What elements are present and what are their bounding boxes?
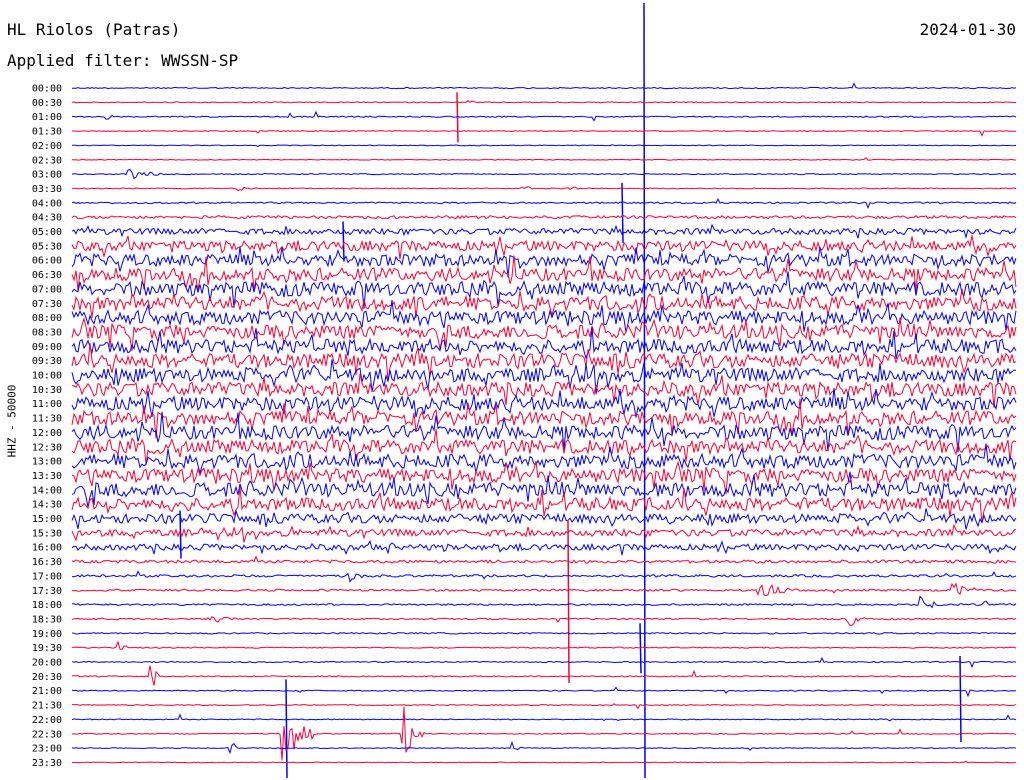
row-label: 18:30 — [32, 614, 62, 625]
trace-row — [71, 186, 1017, 192]
row-label: 14:00 — [32, 485, 62, 496]
row-label: 17:00 — [32, 571, 62, 582]
row-label: 03:00 — [32, 170, 62, 181]
seismic-traces — [71, 2, 1017, 779]
row-label: 20:30 — [32, 672, 62, 683]
row-label: 19:30 — [32, 643, 62, 654]
row-label: 02:00 — [32, 141, 62, 152]
trace-row — [71, 169, 1017, 180]
row-label: 07:30 — [32, 299, 62, 310]
row-label: 13:30 — [32, 471, 62, 482]
row-label: 11:30 — [32, 414, 62, 425]
trace-row — [71, 706, 1017, 761]
row-label: 02:30 — [32, 155, 62, 166]
row-label: 03:30 — [32, 184, 62, 195]
row-label: 09:30 — [32, 356, 62, 367]
trace-row — [71, 539, 1017, 556]
row-label: 05:00 — [32, 227, 62, 238]
row-label: 05:30 — [32, 241, 62, 252]
row-label: 10:00 — [32, 371, 62, 382]
trace-row — [71, 713, 1017, 722]
row-label: 00:00 — [32, 84, 62, 95]
trace-row — [71, 523, 1017, 543]
row-label: 17:30 — [32, 586, 62, 597]
row-label: 01:00 — [32, 112, 62, 123]
trace-row — [72, 703, 1017, 710]
trace-row — [71, 665, 1017, 686]
trace-spike — [285, 679, 288, 779]
trace-row — [71, 760, 1017, 764]
row-label: 18:00 — [32, 600, 62, 611]
row-label: 00:30 — [32, 98, 62, 109]
trace-row — [71, 632, 1017, 635]
row-label: 09:00 — [32, 342, 62, 353]
trace-row — [71, 686, 1017, 698]
trace-row — [71, 555, 1017, 564]
row-label: 04:00 — [32, 198, 62, 209]
trace-row — [71, 223, 1017, 240]
row-label: 16:30 — [32, 557, 62, 568]
row-label: 08:30 — [32, 327, 62, 338]
row-label: 04:30 — [32, 213, 62, 224]
trace-row — [71, 411, 1017, 453]
trace-row — [71, 471, 1017, 508]
row-label: 21:30 — [32, 701, 62, 712]
trace-row — [71, 110, 1017, 122]
row-label: 06:30 — [32, 270, 62, 281]
row-label: 08:00 — [32, 313, 62, 324]
trace-spike — [959, 655, 962, 743]
row-label: 01:30 — [32, 127, 62, 138]
row-label: 19:00 — [32, 629, 62, 640]
trace-row — [71, 214, 1017, 220]
row-label: 10:30 — [32, 385, 62, 396]
row-label: 12:00 — [32, 428, 62, 439]
trace-row — [72, 144, 1017, 148]
trace-row — [72, 82, 1017, 90]
trace-row — [71, 640, 1017, 651]
trace-row — [71, 100, 1017, 104]
trace-row — [71, 157, 1017, 161]
row-label: 15:30 — [32, 528, 62, 539]
row-label: 07:00 — [32, 284, 62, 295]
row-label: 12:30 — [32, 442, 62, 453]
trace-row — [71, 343, 1017, 381]
trace-row — [71, 197, 1017, 210]
row-label: 13:00 — [32, 457, 62, 468]
row-labels: 00:00 00:30 01:00 01:30 02:00 02:30 03:00 03:30… — [32, 84, 62, 769]
row-label: 20:00 — [32, 658, 62, 669]
row-label: 15:00 — [32, 514, 62, 525]
helicorder-plot: 00:00 00:30 01:00 01:30 02:00 02:30 03:00 03:30… — [32, 2, 1017, 779]
trace-spike — [179, 510, 182, 559]
trace-spike — [456, 92, 459, 143]
trace-row — [71, 616, 1017, 627]
trace-row — [71, 740, 1017, 755]
trace-row — [71, 656, 1017, 669]
trace-row — [72, 595, 1017, 609]
row-label: 06:00 — [32, 256, 62, 267]
trace-row — [71, 570, 1017, 583]
row-label: 23:30 — [32, 758, 62, 769]
row-label: 16:00 — [32, 543, 62, 554]
row-label: 22:00 — [32, 715, 62, 726]
trace-spike — [342, 221, 345, 262]
row-label: 11:00 — [32, 399, 62, 410]
trace-spike — [567, 520, 570, 683]
trace-row — [72, 130, 1017, 137]
trace-row — [71, 582, 1017, 597]
row-label: 23:00 — [32, 744, 62, 755]
row-label: 14:30 — [32, 500, 62, 511]
row-label: 22:30 — [32, 729, 62, 740]
row-label: 21:00 — [32, 686, 62, 697]
